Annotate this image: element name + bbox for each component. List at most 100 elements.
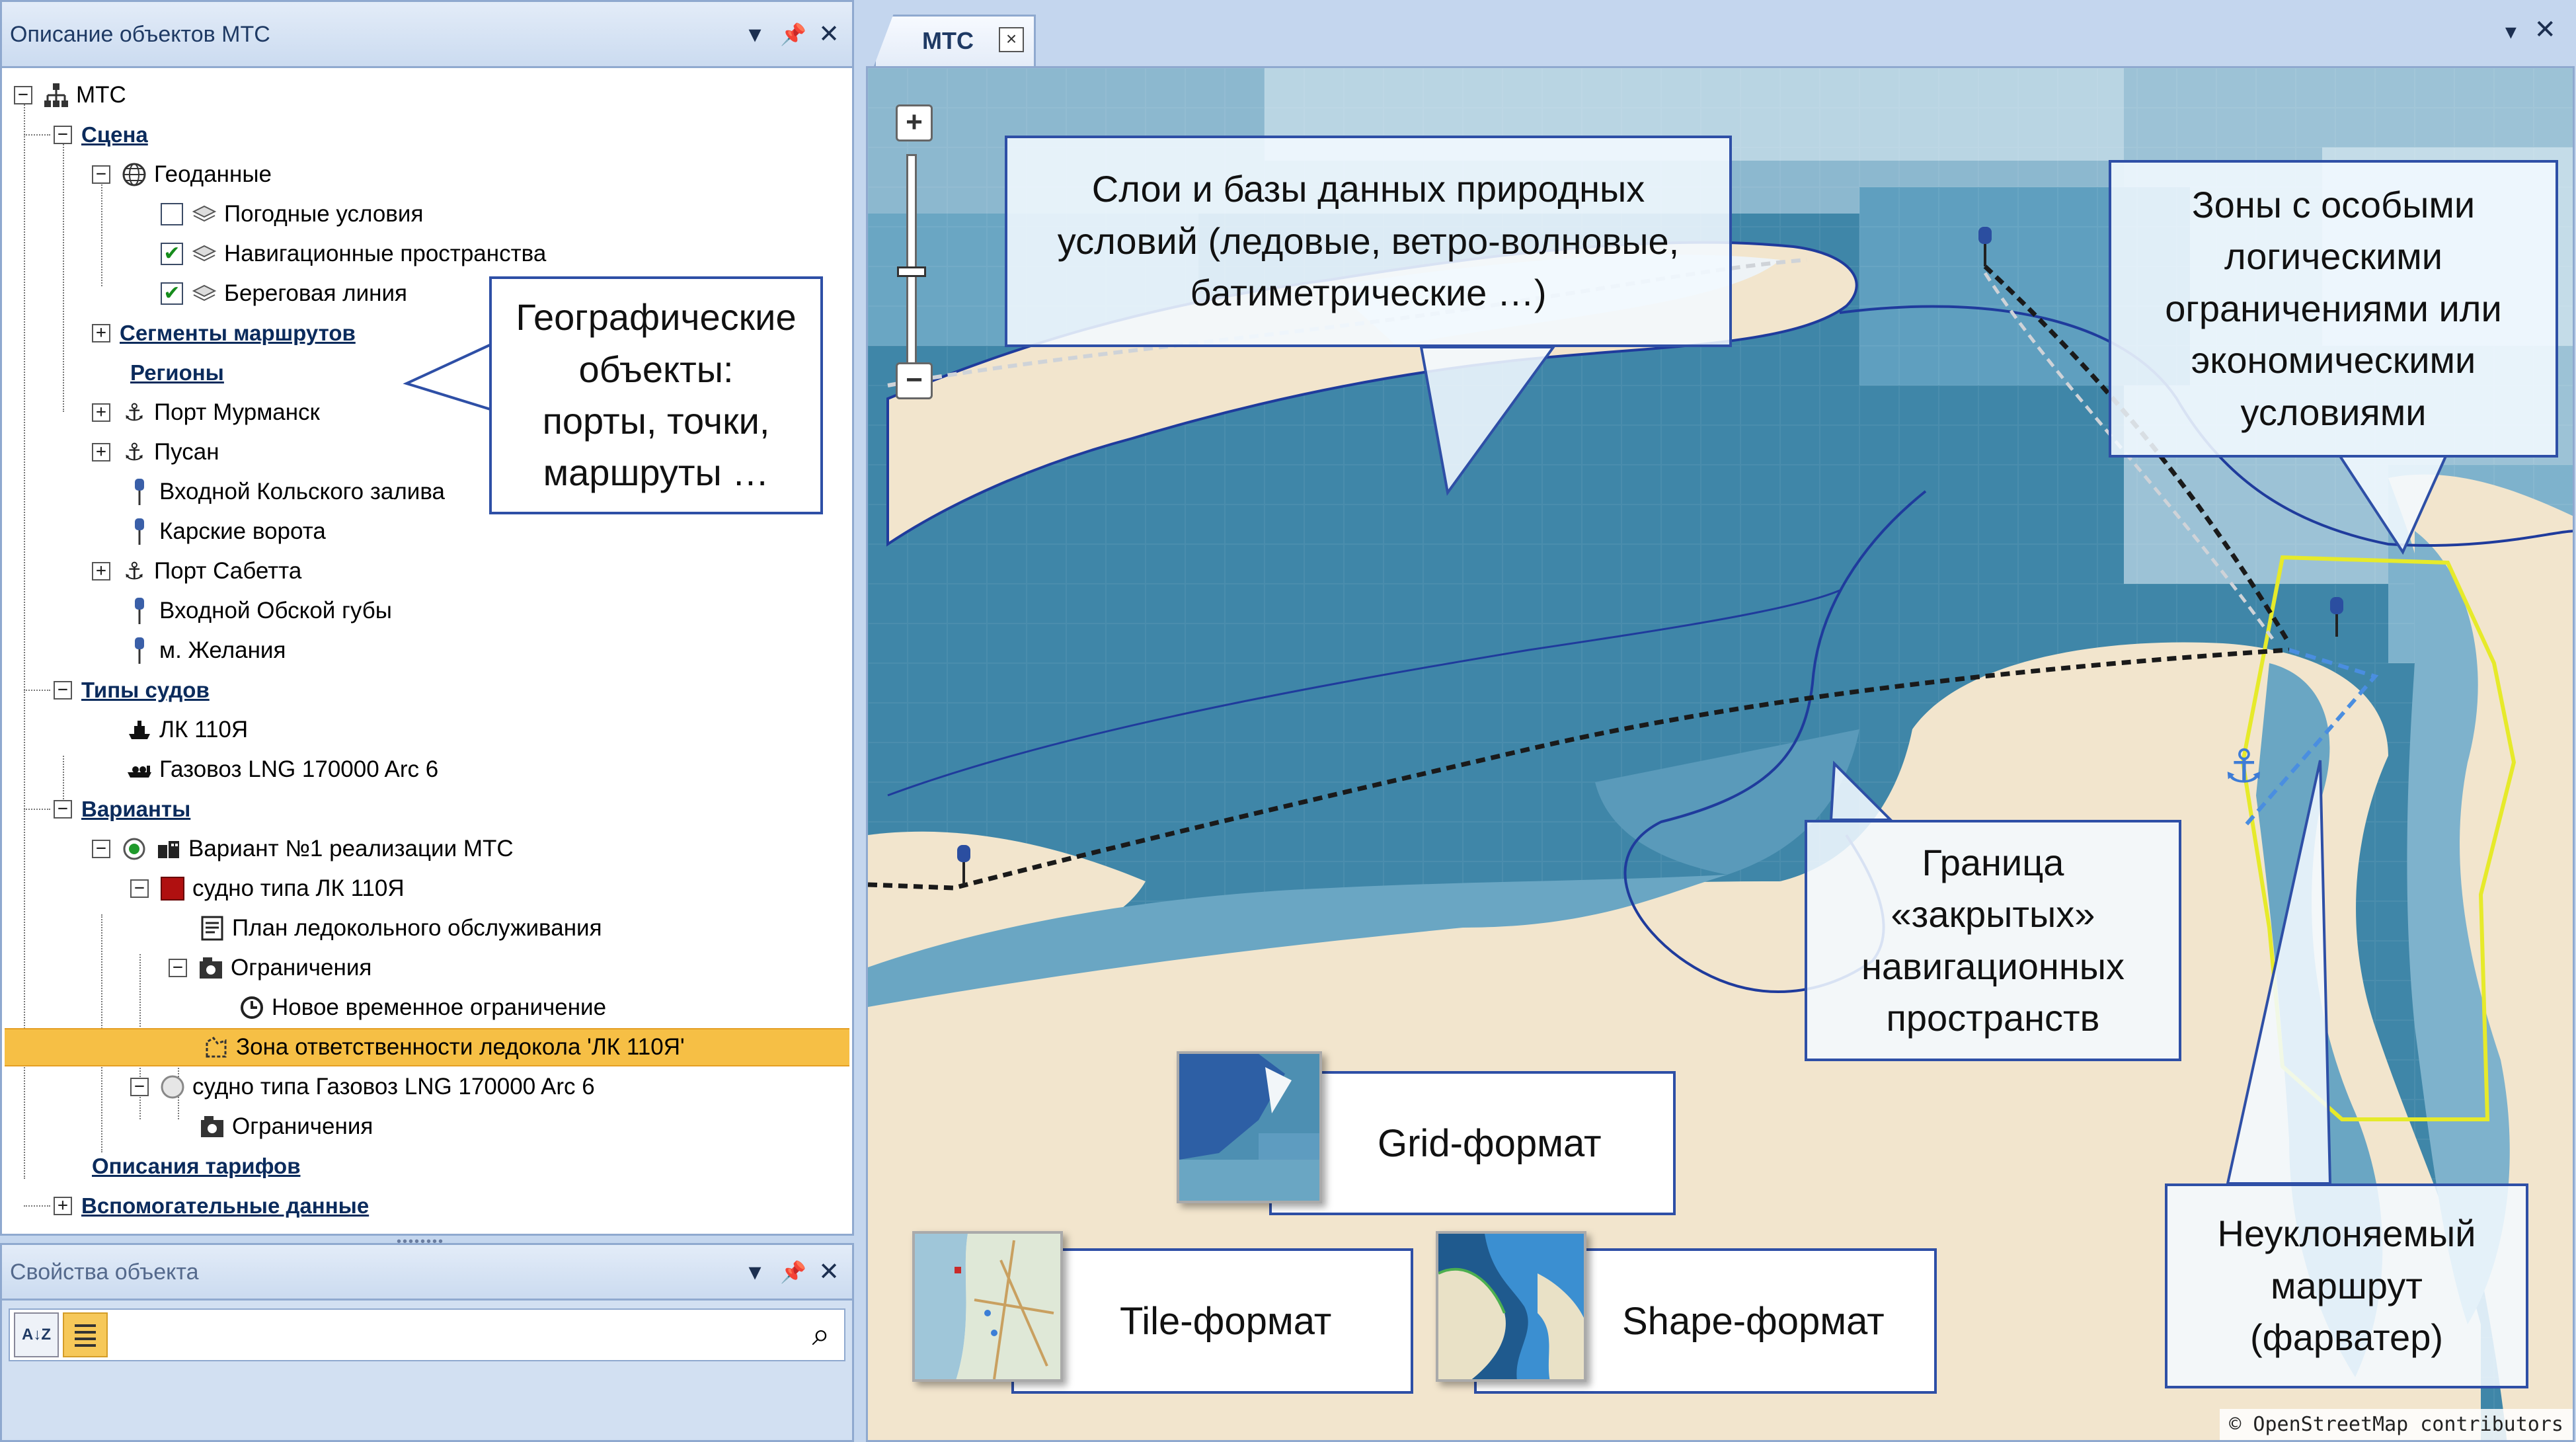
zoom-slider-track[interactable]	[906, 154, 917, 372]
tree-item-port-sabetta[interactable]: + ⚓ Порт Сабетта	[92, 552, 301, 590]
expand-toggle[interactable]: +	[92, 403, 110, 422]
tree-item-lk110[interactable]: ЛК 110Я	[125, 711, 248, 749]
tree-item-aux-data[interactable]: + Вспомогательные данные	[54, 1187, 369, 1225]
expand-toggle[interactable]: +	[92, 443, 110, 461]
collapse-toggle[interactable]: −	[54, 800, 72, 819]
tree-item-variant1[interactable]: − Вариант №1 реализации МТС	[92, 830, 514, 868]
close-icon[interactable]: ✕	[811, 17, 847, 52]
layer-checkbox[interactable]	[161, 203, 183, 225]
collapse-toggle[interactable]: −	[14, 86, 32, 104]
tree-item-port-murmansk[interactable]: + ⚓ Порт Мурманск	[92, 393, 320, 432]
tree-item-regions[interactable]: Регионы	[130, 354, 224, 392]
tree-item-label: Ограничения	[232, 1113, 373, 1139]
property-search-input[interactable]	[112, 1312, 798, 1357]
object-tree: − МТС − Сцена − Геоданные Погодные услов…	[2, 68, 852, 1233]
tab-close-icon[interactable]: ×	[999, 27, 1024, 52]
tree-item-label: Порт Сабетта	[154, 558, 302, 584]
tree-item-label: МТС	[76, 82, 126, 108]
document-icon	[198, 914, 227, 943]
tree-item-nav-spaces[interactable]: ✔ Навигационные пространства	[161, 235, 546, 273]
object-tree-panel: Описание объектов МТС ▾ 📌 ✕ − МТС − Сцен…	[0, 0, 854, 1236]
tree-item-ob-entrance[interactable]: Входной Обской губы	[125, 592, 392, 630]
zoom-slider-thumb[interactable]	[897, 266, 926, 277]
pin-icon[interactable]: 📌	[775, 1254, 811, 1290]
document-tab-bar: МТС × ▾ ✕	[859, 0, 2576, 66]
sort-alphabetical-button[interactable]: A↓Z	[14, 1312, 59, 1357]
tree-panel-header: Описание объектов МТС ▾ 📌 ✕	[2, 2, 852, 68]
tile-format-box: Tile-формат	[1011, 1248, 1413, 1394]
tree-item-cape-zhelaniya[interactable]: м. Желания	[125, 631, 286, 670]
search-icon[interactable]: ⌕	[798, 1316, 844, 1353]
zoom-in-button[interactable]: +	[896, 104, 933, 141]
tree-item-busan[interactable]: + ⚓ Пусан	[92, 433, 219, 471]
collapse-toggle[interactable]: −	[92, 840, 110, 858]
tree-item-scene[interactable]: − Сцена	[54, 116, 148, 154]
radio-active-icon[interactable]	[120, 834, 149, 863]
collapse-toggle[interactable]: −	[54, 681, 72, 700]
tree-item-responsibility-zone[interactable]: Зона ответственности ледокола 'ЛК 110Я'	[5, 1028, 849, 1066]
tree-item-label: Варианты	[81, 797, 191, 821]
shape-format-thumbnail	[1436, 1231, 1586, 1382]
tree-item-kola-entrance[interactable]: Входной Кольского залива	[125, 473, 445, 511]
tree-item-label: Порт Мурманск	[154, 399, 320, 425]
tree-item-lng-carrier[interactable]: Газовоз LNG 170000 Arc 6	[125, 750, 438, 789]
layers-icon	[190, 200, 219, 229]
tab-mts[interactable]: МТС ×	[874, 15, 1036, 66]
collapse-toggle[interactable]: −	[130, 879, 149, 898]
tree-item-new-temp-restriction[interactable]: Новое временное ограничение	[237, 988, 606, 1027]
layer-checkbox-checked[interactable]: ✔	[161, 243, 183, 265]
tree-item-ship-types[interactable]: − Типы судов	[54, 671, 210, 709]
shape-format-label: Shape-формат	[1622, 1299, 1885, 1343]
expand-toggle[interactable]: +	[92, 562, 110, 581]
tanker-icon	[125, 755, 154, 784]
tree-item-label: м. Желания	[159, 637, 286, 663]
tree-item-label: Карские ворота	[159, 518, 326, 544]
tree-item-label: Сцена	[81, 122, 148, 147]
expand-toggle[interactable]: +	[92, 324, 110, 342]
object-properties-panel: Свойства объекта ▾ 📌 ✕ A↓Z ⌕	[0, 1243, 854, 1442]
ships-icon	[154, 834, 183, 863]
tab-label: МТС	[922, 27, 974, 54]
anchor-icon: ⚓	[123, 438, 145, 465]
tree-item-label: Новое временное ограничение	[272, 994, 607, 1020]
document-menu-icon[interactable]: ▾	[2505, 19, 2517, 45]
tree-item-tariffs[interactable]: Описания тарифов	[92, 1147, 300, 1185]
tree-item-label: Регионы	[130, 360, 224, 385]
tree-item-vessel-lk[interactable]: − судно типа ЛК 110Я	[130, 869, 405, 908]
collapse-toggle[interactable]: −	[54, 126, 72, 144]
tree-item-route-segments[interactable]: + Сегменты маршрутов	[92, 314, 356, 352]
collapse-toggle[interactable]: −	[92, 165, 110, 184]
layer-checkbox-checked[interactable]: ✔	[161, 282, 183, 305]
panel-menu-icon[interactable]: ▾	[737, 17, 773, 52]
tree-item-label: Входной Обской губы	[159, 598, 392, 623]
categorized-view-button[interactable]	[63, 1312, 108, 1357]
tree-item-restrictions-2[interactable]: Ограничения	[198, 1107, 373, 1146]
tree-item-kara-gates[interactable]: Карские ворота	[125, 512, 326, 551]
tree-item-coastline[interactable]: ✔ Береговая линия	[161, 274, 407, 313]
pin-icon[interactable]: 📌	[775, 17, 811, 52]
tree-item-label: Ограничения	[231, 955, 372, 981]
tree-item-label: Вспомогательные данные	[81, 1193, 370, 1218]
close-icon[interactable]: ✕	[811, 1254, 847, 1290]
collapse-toggle[interactable]: −	[169, 959, 187, 977]
tile-format-label: Tile-формат	[1120, 1299, 1332, 1343]
icebreaker-icon	[125, 715, 154, 744]
expand-toggle[interactable]: +	[54, 1197, 72, 1215]
tree-item-label: Вариант №1 реализации МТС	[188, 836, 514, 861]
tree-item-label: судно типа ЛК 110Я	[192, 875, 405, 901]
tree-item-geodata[interactable]: − Геоданные	[92, 155, 272, 194]
tree-item-icebreaking-plan[interactable]: План ледокольного обслуживания	[198, 909, 602, 947]
panel-menu-icon[interactable]: ▾	[737, 1254, 773, 1290]
collapse-toggle[interactable]: −	[130, 1078, 149, 1096]
globe-icon	[120, 160, 149, 189]
tree-item-restrictions[interactable]: − Ограничения	[169, 949, 371, 987]
tree-item-root[interactable]: − МТС	[14, 76, 126, 114]
tree-item-weather[interactable]: Погодные условия	[161, 195, 423, 233]
tree-item-label: Сегменты маршрутов	[120, 321, 356, 345]
clock-icon	[237, 993, 266, 1022]
tree-item-variants[interactable]: − Варианты	[54, 790, 190, 828]
properties-toolbar: A↓Z ⌕	[9, 1308, 845, 1361]
tree-item-vessel-lng[interactable]: − судно типа Газовоз LNG 170000 Arc 6	[130, 1068, 595, 1106]
document-close-icon[interactable]: ✕	[2534, 15, 2556, 45]
zoom-out-button[interactable]: −	[896, 362, 933, 399]
